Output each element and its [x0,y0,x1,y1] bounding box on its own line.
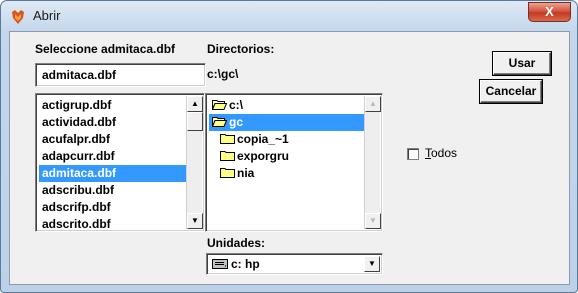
file-list-item[interactable]: adapcurr.dbf [39,148,187,165]
drive-select-value: c: hp [231,257,260,271]
file-name-label: Seleccione admitaca.dbf [35,42,176,56]
folder-open-icon [212,99,227,110]
folder-icon [220,150,235,161]
scroll-thumb[interactable] [187,112,203,131]
todos-label: Todos [425,146,457,160]
file-list-item[interactable]: adscrito.dbf [39,216,187,231]
directory-item-label: copia_~1 [237,132,289,146]
directory-list[interactable]: c:\ gc copia_~1 exporgru nia ▲ ▼ [205,93,383,232]
todos-label-text: Todos [425,146,458,160]
close-button[interactable]: X [528,2,571,22]
directory-item[interactable]: nia [217,165,254,182]
directory-item[interactable]: exporgru [217,148,289,165]
dialog-window: Abrir X Seleccione admitaca.dbf admitaca… [0,0,578,293]
directory-item-label: gc [229,115,244,129]
todos-checkbox[interactable] [407,148,419,160]
folder-open-icon [212,116,227,127]
drive-select[interactable]: c: hp ▼ [206,253,383,275]
file-list-item[interactable]: adscrifp.dbf [39,199,187,216]
folder-icon [220,133,235,144]
scroll-down-button[interactable]: ▼ [187,213,203,229]
file-list-item[interactable]: adscribu.dbf [39,182,187,199]
file-list-item[interactable]: actividad.dbf [39,114,187,131]
use-button[interactable]: Usar [493,52,551,75]
file-list[interactable]: actigrup.dbf actividad.dbf acufalpr.dbf ada… [35,93,205,232]
directories-label: Directorios: [207,42,275,56]
close-icon: X [545,4,554,19]
scroll-down-button[interactable]: ▼ [365,213,381,229]
file-list-item[interactable]: acufalpr.dbf [39,131,187,148]
title-bar[interactable]: Abrir X [1,1,577,31]
directory-item-label: nia [237,166,255,180]
directory-item[interactable]: gc [209,114,365,131]
scroll-up-button[interactable]: ▲ [187,96,203,112]
window-title: Abrir [33,8,61,23]
drives-label: Unidades: [207,236,266,250]
file-list-scrollbar[interactable]: ▲ ▼ [186,96,203,229]
file-list-item[interactable]: actigrup.dbf [39,97,187,114]
folder-icon [220,167,235,178]
drive-icon [212,259,228,269]
file-name-input[interactable]: admitaca.dbf [35,63,206,87]
chevron-down-icon[interactable]: ▼ [364,256,380,272]
current-path: c:\gc\ [207,67,239,81]
directory-item[interactable]: copia_~1 [217,131,289,148]
scroll-up-button[interactable]: ▲ [365,96,381,112]
file-list-item[interactable]: admitaca.dbf [39,165,187,182]
directory-item-label: c:\ [229,98,244,112]
dialog-body: Seleccione admitaca.dbf admitaca.dbf act… [9,31,570,285]
app-icon [12,10,24,24]
dir-list-scrollbar[interactable]: ▲ ▼ [364,96,381,229]
cancel-button[interactable]: Cancelar [480,80,542,103]
directory-item-label: exporgru [237,149,290,163]
directory-item[interactable]: c:\ [209,97,243,114]
